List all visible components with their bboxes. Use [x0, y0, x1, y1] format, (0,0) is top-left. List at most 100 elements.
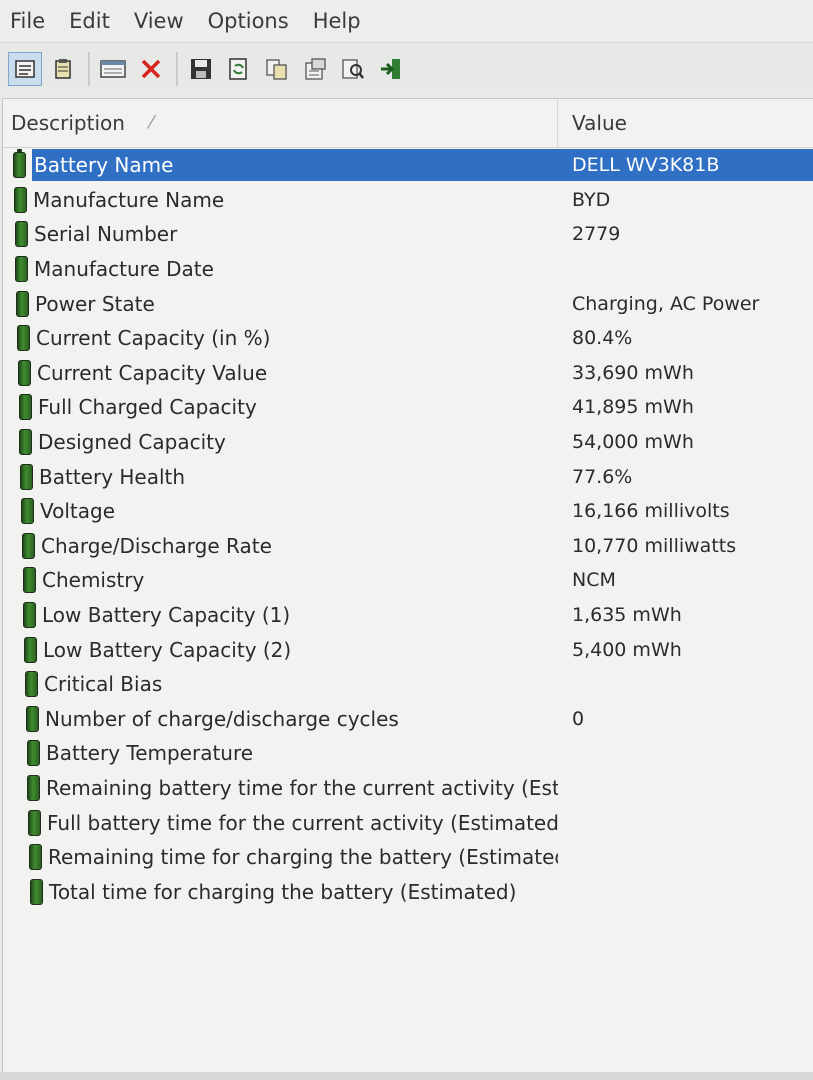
list-item-value: NCM: [572, 569, 616, 592]
list-item[interactable]: Remaining time for charging the battery …: [3, 840, 813, 875]
battery-icon: [19, 394, 32, 421]
list-item-description-cell: Current Capacity (in %): [3, 325, 558, 352]
refresh-button[interactable]: [222, 52, 256, 86]
list-item[interactable]: Low Battery Capacity (2) 5,400 mWh: [3, 632, 813, 667]
battery-icon: [18, 359, 31, 386]
list-item[interactable]: Full battery time for the current activi…: [3, 805, 813, 840]
delete-icon: [141, 59, 161, 78]
battery-icon: [23, 602, 36, 629]
battery-icon: [20, 463, 33, 490]
list-item-description-cell: Full battery time for the current activi…: [3, 809, 558, 836]
window-button[interactable]: [96, 52, 130, 86]
battery-icon: [27, 774, 40, 801]
list-item[interactable]: Battery Temperature: [3, 736, 813, 771]
list-item[interactable]: Voltage 16,166 millivolts: [3, 494, 813, 529]
list-item-description-cell: Charge/Discharge Rate: [3, 532, 558, 559]
list-item-value: 2779: [572, 223, 621, 246]
list-item-description: Total time for charging the battery (Est…: [49, 879, 517, 904]
copy-icon: [266, 58, 287, 80]
list-item-description: Voltage: [40, 499, 116, 524]
battery-icon: [29, 844, 42, 871]
battery-icon: [30, 878, 43, 905]
list-item[interactable]: Critical Bias: [3, 667, 813, 702]
list-header: Description ⁄ Value: [3, 99, 813, 148]
list-item-value: DELL WV3K81B: [558, 149, 813, 182]
copy-button[interactable]: [260, 52, 294, 86]
list-item-description-cell: Remaining time for charging the battery …: [3, 844, 558, 871]
list-item-description-cell: Designed Capacity: [3, 429, 558, 456]
list-item[interactable]: Total time for charging the battery (Est…: [3, 874, 813, 909]
battery-icon: [15, 221, 28, 248]
list-item[interactable]: Current Capacity Value 33,690 mWh: [3, 356, 813, 391]
list-item[interactable]: Charge/Discharge Rate 10,770 milliwatts: [3, 529, 813, 564]
exit-icon: [381, 58, 400, 79]
battery-icon: [27, 740, 40, 767]
list-item-description-cell: Serial Number: [3, 221, 558, 248]
list-item-description-cell: Number of charge/discharge cycles: [3, 705, 558, 732]
list-item-value: BYD: [572, 188, 611, 211]
list-item-description: Low Battery Capacity (2): [43, 637, 292, 662]
menu-edit[interactable]: Edit: [57, 0, 122, 42]
toolbar-separator: [176, 51, 178, 86]
list-item-description-cell: Low Battery Capacity (2): [3, 636, 558, 663]
save-button[interactable]: [184, 52, 218, 86]
list-item[interactable]: Designed Capacity 54,000 mWh: [3, 425, 813, 460]
list-item[interactable]: Battery Name DELL WV3K81B: [3, 148, 813, 183]
list-item-description-cell: Battery Name: [3, 149, 558, 182]
list-item[interactable]: Battery Health 77.6%: [3, 459, 813, 494]
list-item-description: Current Capacity (in %): [36, 326, 271, 351]
battery-icon: [25, 671, 38, 698]
menu-options[interactable]: Options: [196, 0, 301, 42]
list-item[interactable]: Chemistry NCM: [3, 563, 813, 598]
clipboard-button[interactable]: [46, 52, 80, 86]
list-item[interactable]: Manufacture Name BYD: [3, 183, 813, 218]
list-item[interactable]: Number of charge/discharge cycles 0: [3, 702, 813, 737]
options-icon: [305, 57, 326, 80]
clipboard-icon: [55, 58, 71, 79]
options-button[interactable]: [298, 52, 332, 86]
list-item-description: Charge/Discharge Rate: [41, 533, 272, 558]
list-item-value: 1,635 mWh: [572, 604, 682, 627]
menu-view[interactable]: View: [122, 0, 196, 42]
list-item-description-cell: Current Capacity Value: [3, 359, 558, 386]
list-item[interactable]: Power State Charging, AC Power: [3, 286, 813, 321]
list-item[interactable]: Full Charged Capacity 41,895 mWh: [3, 390, 813, 425]
column-header-value[interactable]: Value: [558, 111, 627, 135]
list-item[interactable]: Current Capacity (in %) 80.4%: [3, 321, 813, 356]
properties-button[interactable]: [8, 51, 42, 86]
list-item-description: Current Capacity Value: [37, 360, 268, 385]
list-item[interactable]: Manufacture Date: [3, 252, 813, 287]
list-item-description: Battery Name: [32, 149, 558, 182]
toolbar-separator: [88, 51, 90, 86]
list-item-description: Battery Health: [39, 464, 186, 489]
list-item-description: Remaining time for charging the battery …: [48, 845, 558, 870]
list-item-description-cell: Voltage: [3, 498, 558, 525]
battery-icon: [19, 429, 32, 456]
list-item-description: Power State: [35, 291, 155, 316]
list-item[interactable]: Remaining battery time for the current a…: [3, 771, 813, 806]
find-button[interactable]: [336, 52, 370, 86]
exit-button[interactable]: [374, 52, 408, 86]
battery-info-list[interactable]: Description ⁄ Value Battery Name DELL WV3…: [2, 98, 813, 1080]
menu-file[interactable]: File: [0, 0, 57, 42]
list-item[interactable]: Serial Number 2779: [3, 217, 813, 252]
status-bar: [0, 1072, 813, 1080]
list-item-description: Serial Number: [34, 222, 178, 247]
battery-icon: [17, 325, 30, 352]
menu-help[interactable]: Help: [301, 0, 373, 42]
list-item-description: Designed Capacity: [38, 430, 226, 455]
list-rows: Battery Name DELL WV3K81B Manufacture Name…: [3, 148, 813, 909]
list-item-value: Charging, AC Power: [572, 292, 760, 315]
delete-button[interactable]: [134, 52, 168, 86]
list-item-description-cell: Battery Health: [3, 463, 558, 490]
battery-icon: [24, 636, 37, 663]
column-header-description[interactable]: Description ⁄: [3, 99, 558, 147]
properties-icon: [15, 59, 35, 78]
list-item-description: Chemistry: [42, 568, 145, 593]
list-item-description-cell: Power State: [3, 290, 558, 317]
battery-icon: [22, 532, 35, 559]
list-item-value: 54,000 mWh: [572, 431, 694, 454]
list-item[interactable]: Low Battery Capacity (1) 1,635 mWh: [3, 598, 813, 633]
window-icon: [100, 59, 126, 78]
find-icon: [342, 58, 364, 79]
